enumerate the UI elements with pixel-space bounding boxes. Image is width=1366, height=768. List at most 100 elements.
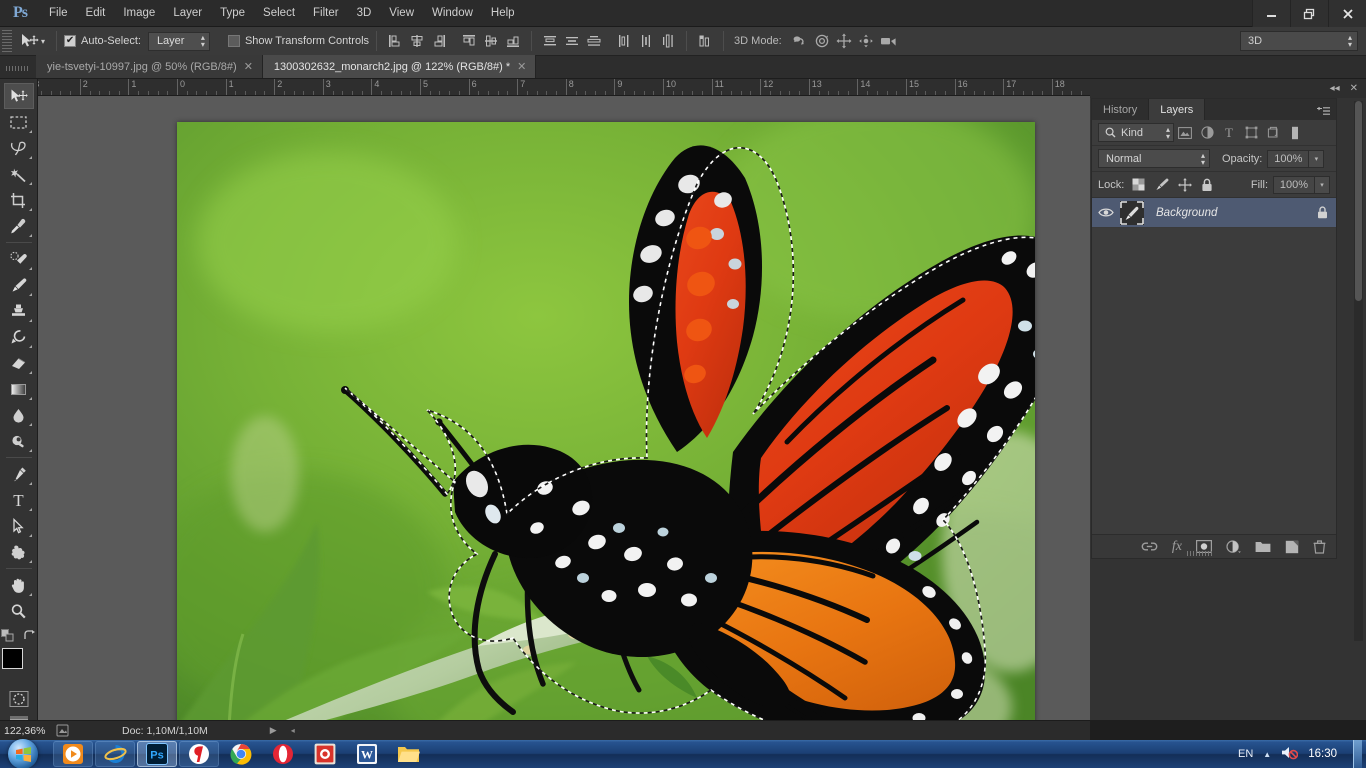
pan-3d-icon[interactable]	[833, 30, 855, 52]
lock-image-pixels-icon[interactable]	[1154, 178, 1169, 191]
lock-position-icon[interactable]	[1178, 177, 1193, 192]
auto-select-dropdown[interactable]: Layer ▴ ▾	[147, 31, 210, 51]
document-tab-1-close-icon[interactable]: ✕	[244, 60, 253, 73]
document-tab-2[interactable]: 1300302632_monarch2.jpg @ 122% (RGB/8#) …	[262, 55, 537, 78]
document-canvas[interactable]	[177, 122, 1035, 720]
layer-kind-filter[interactable]: Kind ▴ ▾	[1098, 123, 1174, 142]
taskbar-item-media-player[interactable]	[53, 741, 93, 767]
auto-align-layers-icon[interactable]	[694, 30, 716, 52]
crop-tool[interactable]	[4, 187, 34, 213]
layer-name-label[interactable]: Background	[1144, 207, 1308, 219]
menu-3d[interactable]: 3D	[348, 0, 381, 27]
distribute-horizontal-centers-icon[interactable]	[635, 30, 657, 52]
tab-layers[interactable]: Layers	[1149, 99, 1206, 120]
new-layer-icon[interactable]	[1285, 540, 1299, 554]
taskbar-item-photoshop[interactable]: Ps	[137, 741, 177, 767]
scale-3d-icon[interactable]	[877, 30, 899, 52]
fill-value[interactable]: 100%	[1273, 175, 1315, 194]
clone-stamp-tool[interactable]	[4, 298, 34, 324]
magic-wand-tool[interactable]	[4, 161, 34, 187]
tray-language[interactable]: EN	[1238, 748, 1253, 760]
smart-object-filter-icon[interactable]	[1262, 123, 1284, 143]
distribute-right-edges-icon[interactable]	[657, 30, 679, 52]
layer-thumbnail[interactable]	[1120, 200, 1144, 225]
rotate-3d-icon[interactable]	[789, 30, 811, 52]
menu-file[interactable]: File	[40, 0, 77, 27]
menu-edit[interactable]: Edit	[77, 0, 115, 27]
panel-resize-grip[interactable]	[1187, 551, 1213, 556]
horizontal-type-tool[interactable]: T	[4, 487, 34, 513]
menu-layer[interactable]: Layer	[164, 0, 211, 27]
move-tool[interactable]	[3, 83, 34, 109]
tray-show-hidden-icon[interactable]: ▲	[1263, 750, 1271, 759]
taskbar-item-google-chrome[interactable]	[221, 741, 261, 767]
status-resize-handle[interactable]: ◂	[291, 726, 295, 735]
taskbar-item-internet-explorer[interactable]	[95, 741, 135, 767]
distribute-bottom-edges-icon[interactable]	[583, 30, 605, 52]
blur-tool[interactable]	[4, 402, 34, 428]
canvas-area[interactable]	[38, 96, 1090, 720]
gradient-tool[interactable]	[4, 376, 34, 402]
align-right-edges-icon[interactable]	[428, 30, 450, 52]
zoom-level-field[interactable]: 122,36%	[0, 725, 56, 737]
hand-tool[interactable]	[4, 572, 34, 598]
type-layers-filter-icon[interactable]: T	[1218, 123, 1240, 143]
distribute-left-edges-icon[interactable]	[613, 30, 635, 52]
current-tool-preset[interactable]: ▾	[15, 29, 49, 53]
restore-button[interactable]	[1290, 0, 1328, 27]
workspace-switcher[interactable]: 3D ▴ ▾	[1240, 31, 1358, 51]
zoom-tool[interactable]	[4, 598, 34, 624]
delete-layer-icon[interactable]	[1313, 539, 1326, 554]
taskbar-item-yandex-browser[interactable]	[179, 741, 219, 767]
layer-row-background[interactable]: Background	[1092, 198, 1336, 228]
close-button[interactable]	[1328, 0, 1366, 27]
show-desktop-button[interactable]	[1353, 740, 1362, 768]
history-brush-tool[interactable]	[4, 324, 34, 350]
lasso-tool[interactable]	[4, 135, 34, 161]
brush-tool[interactable]	[4, 272, 34, 298]
link-layers-icon[interactable]	[1141, 541, 1158, 552]
menu-window[interactable]: Window	[423, 0, 482, 27]
minimize-button[interactable]	[1252, 0, 1290, 27]
taskbar-item-microsoft-word[interactable]: W	[347, 741, 387, 767]
align-left-edges-icon[interactable]	[384, 30, 406, 52]
panel-menu-icon[interactable]	[1317, 104, 1330, 115]
start-button[interactable]	[0, 739, 46, 768]
pixel-layers-filter-icon[interactable]	[1174, 123, 1196, 143]
status-play-icon[interactable]: ▶	[270, 725, 277, 736]
menu-help[interactable]: Help	[482, 0, 524, 27]
custom-shape-tool[interactable]	[4, 539, 34, 565]
taskbar-item-windows-explorer[interactable]	[389, 741, 429, 767]
filter-toggle-icon[interactable]	[1284, 123, 1306, 143]
taskbar-item-opera-browser[interactable]	[263, 741, 303, 767]
align-horizontal-centers-icon[interactable]	[406, 30, 428, 52]
dock-scrollbar[interactable]	[1354, 101, 1363, 641]
menu-view[interactable]: View	[380, 0, 423, 27]
lock-transparent-pixels-icon[interactable]	[1132, 178, 1145, 191]
default-colors-icon[interactable]	[1, 629, 15, 642]
tab-bar-grip[interactable]	[0, 55, 36, 78]
eraser-tool[interactable]	[4, 350, 34, 376]
document-tab-2-close-icon[interactable]: ✕	[517, 60, 526, 73]
document-tab-1[interactable]: yie-tsvetyi-10997.jpg @ 50% (RGB/8#) ✕	[36, 55, 263, 78]
path-selection-tool[interactable]	[4, 513, 34, 539]
swap-colors-icon[interactable]	[23, 629, 36, 642]
distribute-top-edges-icon[interactable]	[539, 30, 561, 52]
auto-select-checkbox[interactable]: ✔	[64, 35, 77, 47]
adjustment-layers-filter-icon[interactable]	[1196, 123, 1218, 143]
eyedropper-tool[interactable]	[4, 213, 34, 239]
align-top-edges-icon[interactable]	[458, 30, 480, 52]
slide-3d-icon[interactable]	[855, 30, 877, 52]
blend-mode-dropdown[interactable]: Normal ▴ ▾	[1098, 149, 1210, 168]
menu-image[interactable]: Image	[114, 0, 164, 27]
volume-muted-icon[interactable]	[1281, 745, 1299, 763]
shape-layers-filter-icon[interactable]	[1240, 123, 1262, 143]
align-vertical-centers-icon[interactable]	[480, 30, 502, 52]
tray-clock[interactable]: 16:30	[1308, 748, 1337, 760]
pen-tool[interactable]	[4, 461, 34, 487]
distribute-vertical-centers-icon[interactable]	[561, 30, 583, 52]
foreground-color-swatch[interactable]	[1, 648, 23, 669]
rectangular-marquee-tool[interactable]	[4, 109, 34, 135]
new-adjustment-layer-icon[interactable]	[1226, 539, 1241, 554]
spot-healing-brush-tool[interactable]	[4, 246, 34, 272]
